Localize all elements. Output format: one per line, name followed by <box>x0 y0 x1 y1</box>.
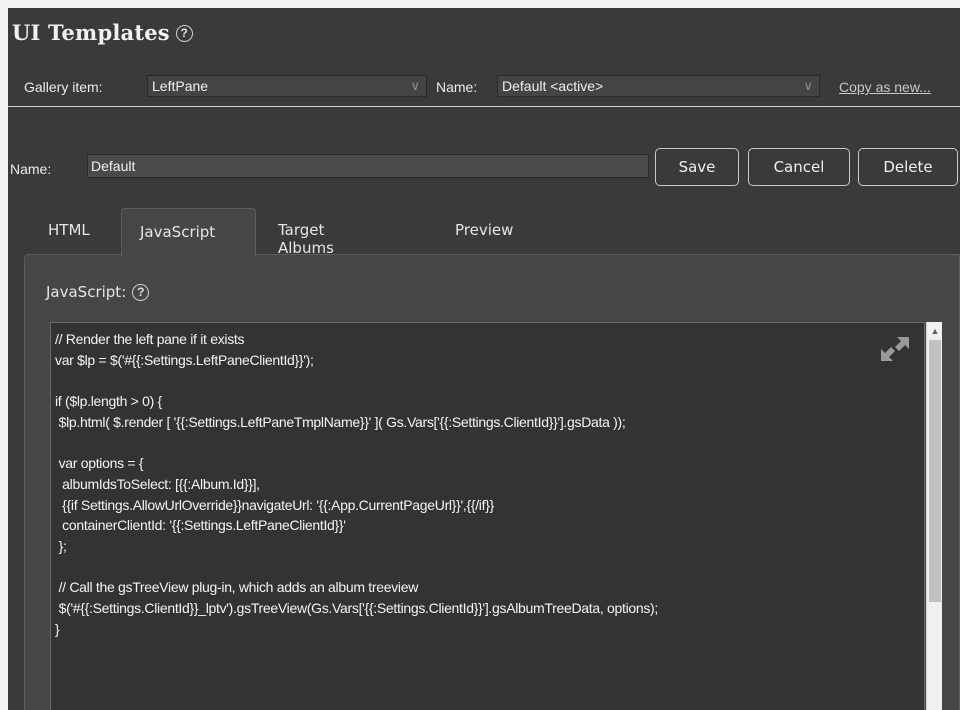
save-button[interactable]: Save <box>655 148 739 186</box>
delete-button[interactable]: Delete <box>858 148 958 186</box>
code-line: } <box>55 620 60 637</box>
name-field[interactable] <box>87 154 649 178</box>
code-line: // Call the gsTreeView plug-in, which ad… <box>55 579 419 596</box>
code-line: var options = { <box>55 455 144 472</box>
code-line: if ($lp.length > 0) { <box>55 393 162 410</box>
template-name-label: Name: <box>436 79 478 95</box>
gallery-selector-row: Gallery item: LeftPane ∨ Name: Default <… <box>8 74 960 100</box>
code-line: albumIdsToSelect: [{{:Album.Id}}], <box>55 475 260 492</box>
tab-preview[interactable]: Preview <box>455 208 513 256</box>
cancel-button[interactable]: Cancel <box>748 148 850 186</box>
template-name-value: Default <active> <box>502 78 604 94</box>
javascript-label-text: JavaScript: <box>46 283 127 301</box>
code-line: }; <box>55 537 67 554</box>
editor-scrollbar[interactable]: ▲ <box>926 322 942 710</box>
tab-html[interactable]: HTML <box>48 208 90 256</box>
code-line: var $lp = $('#{{:Settings.LeftPaneClient… <box>55 351 314 368</box>
gallery-item-value: LeftPane <box>152 78 209 94</box>
gallery-item-select[interactable]: LeftPane ∨ <box>147 75 427 97</box>
help-icon[interactable]: ? <box>132 283 150 301</box>
header-divider <box>8 106 960 107</box>
expand-icon[interactable] <box>877 333 913 365</box>
gallery-item-label: Gallery item: <box>24 79 103 95</box>
chevron-down-icon: ∨ <box>410 78 420 93</box>
javascript-section-label: JavaScript:? <box>46 283 150 301</box>
name-label: Name: <box>10 161 52 177</box>
page-title: UI Templates? <box>12 20 193 45</box>
code-line: $lp.html( $.render [ '{{:Settings.LeftPa… <box>55 413 626 430</box>
ui-templates-panel: UI Templates? Gallery item: LeftPane ∨ N… <box>8 8 960 710</box>
help-icon[interactable]: ? <box>175 24 193 42</box>
code-content[interactable]: // Render the left pane if it exists var… <box>55 329 915 639</box>
code-line: $('#{{:Settings.ClientId}}_lptv').gsTree… <box>55 599 659 616</box>
scroll-thumb[interactable] <box>929 340 941 602</box>
copy-as-new-link[interactable]: Copy as new... <box>839 79 931 95</box>
chevron-down-icon: ∨ <box>803 78 813 93</box>
code-line: containerClientId: '{{:Settings.LeftPane… <box>55 517 346 534</box>
tab-target-albums[interactable]: Target Albums <box>278 208 334 257</box>
template-name-row: Name: Save Cancel Delete <box>8 148 960 196</box>
code-line: // Render the left pane if it exists <box>55 331 245 347</box>
scroll-up-icon[interactable]: ▲ <box>927 322 943 339</box>
tab-javascript[interactable]: JavaScript <box>121 208 256 256</box>
code-line: {{if Settings.AllowUrlOverride}}navigate… <box>55 496 494 513</box>
code-editor[interactable]: // Render the left pane if it exists var… <box>50 322 925 710</box>
page-title-text: UI Templates <box>12 20 170 45</box>
template-name-select[interactable]: Default <active> ∨ <box>497 75 820 97</box>
